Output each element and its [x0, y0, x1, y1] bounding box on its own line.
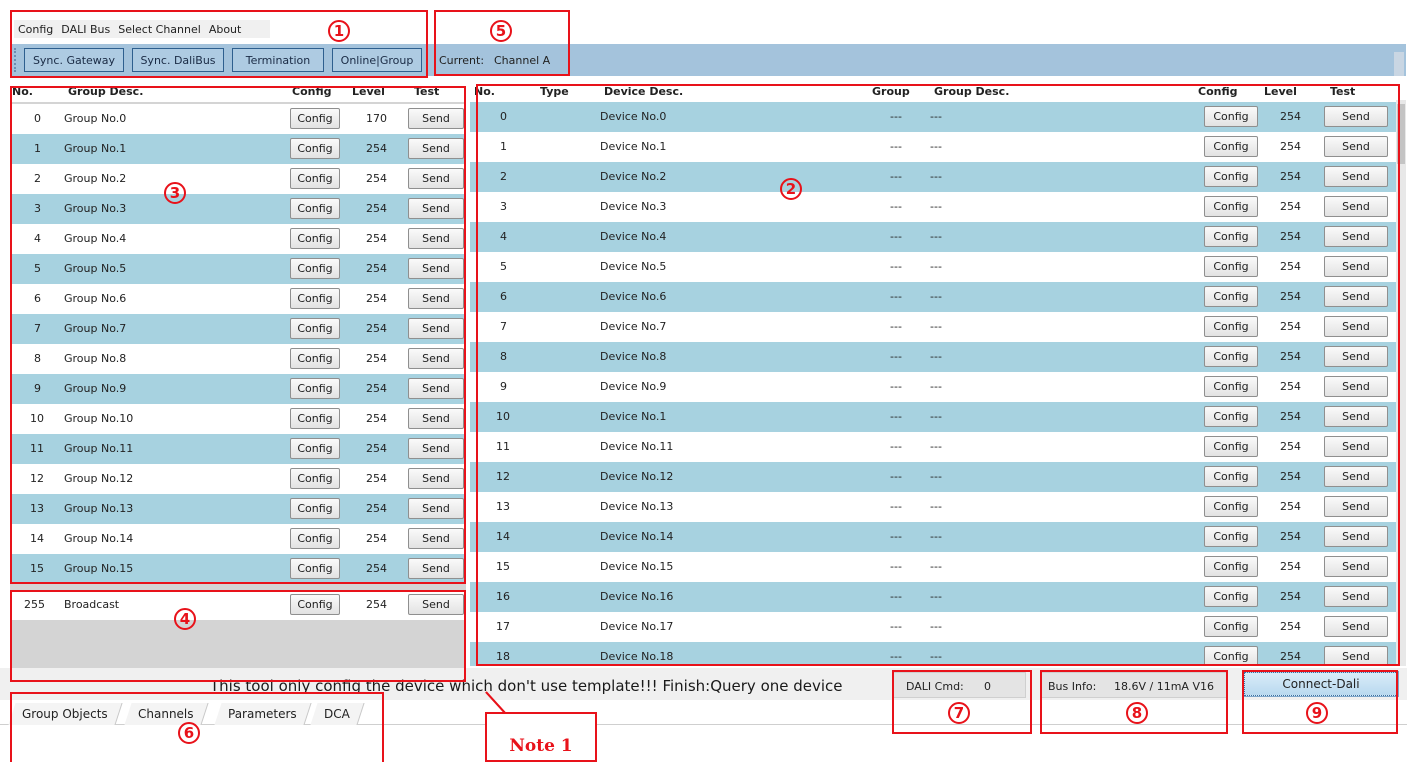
badge-9: 9 [1306, 702, 1328, 724]
badge-1: 1 [328, 20, 350, 42]
annotation-box-2 [476, 84, 1400, 666]
annotation-box-1 [10, 10, 428, 78]
note-1-callout: Note 1 [485, 712, 597, 762]
badge-4: 4 [174, 608, 196, 630]
badge-2: 2 [780, 178, 802, 200]
annotation-box-3 [10, 86, 466, 584]
annotation-box-4 [10, 590, 466, 682]
badge-6: 6 [178, 722, 200, 744]
badge-8: 8 [1126, 702, 1148, 724]
badge-3: 3 [164, 182, 186, 204]
badge-5: 5 [490, 20, 512, 42]
toolbar-scroll-corner [1394, 52, 1404, 76]
badge-7: 7 [948, 702, 970, 724]
